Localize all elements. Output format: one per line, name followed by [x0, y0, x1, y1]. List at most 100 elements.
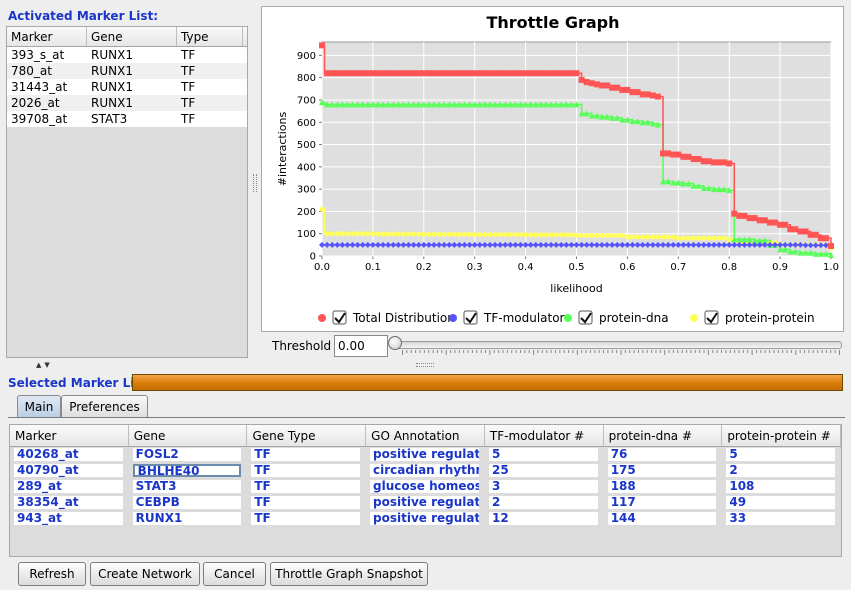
activated-marker-table[interactable]: Marker Gene Type 393_s_at RUNX1 TF 780_at RU…	[6, 26, 248, 358]
selected-cell-protein-protein[interactable]: 5	[726, 448, 836, 461]
selected-cell-wrap: positive regulation	[366, 447, 485, 463]
data-point-protein-protein	[344, 231, 350, 237]
selected-progress-bar	[132, 374, 843, 391]
selected-col-protein-dna[interactable]: protein-dna #	[604, 425, 723, 446]
selected-cell-marker[interactable]: 289_at	[14, 480, 123, 493]
selected-table-header: Marker Gene Gene Type GO Annotation TF-modul…	[10, 425, 842, 447]
activated-table-row[interactable]: 2026_at RUNX1 TF	[7, 95, 247, 111]
activated-col-gene[interactable]: Gene	[87, 27, 177, 46]
activated-cell-gene: RUNX1	[91, 80, 133, 94]
selected-cell-protein-protein[interactable]: 108	[726, 480, 836, 493]
threshold-slider-track[interactable]	[392, 341, 842, 349]
activated-col-marker[interactable]: Marker	[7, 27, 87, 46]
selected-cell-wrap: TF	[247, 479, 366, 495]
cancel-button[interactable]: Cancel	[203, 562, 266, 586]
data-point-protein-protein	[543, 232, 549, 238]
activated-table-row[interactable]: 31443_at RUNX1 TF	[7, 79, 247, 95]
selected-cell-marker[interactable]: 40268_at	[14, 448, 123, 461]
selected-cell-go-annotation[interactable]: positive regulation	[370, 496, 480, 509]
selected-cell-protein-dna[interactable]: 188	[607, 480, 717, 493]
x-tick-label: 0.1	[365, 262, 381, 273]
activated-table-row[interactable]: 780_at RUNX1 TF	[7, 63, 247, 79]
selected-cell-marker[interactable]: 943_at	[14, 512, 123, 525]
selected-cell-protein-dna[interactable]: 175	[607, 464, 717, 477]
selected-cell-tf-modulator[interactable]: 25	[489, 464, 598, 477]
collapse-arrows-icon[interactable]: ▲▼	[36, 361, 53, 369]
legend-marker-protein-protein	[690, 314, 698, 322]
threshold-input[interactable]	[334, 335, 388, 357]
activated-col-type[interactable]: Type	[177, 27, 243, 46]
legend-marker-tf-modulator	[449, 314, 457, 322]
x-tick-label: 0.8	[721, 262, 737, 273]
selected-cell-gene-type[interactable]: TF	[251, 496, 361, 509]
selected-table-row[interactable]: 289_at STAT3 TF glucose homeostas 3 188 108	[10, 479, 841, 495]
data-point-protein-protein	[350, 231, 356, 237]
selected-cell-gene[interactable]: CEBPB	[132, 496, 242, 509]
threshold-slider-knob[interactable]	[388, 336, 402, 350]
activated-table-row[interactable]: 39708_at STAT3 TF	[7, 111, 247, 127]
selected-cell-protein-protein[interactable]: 49	[726, 496, 836, 509]
selected-cell-wrap: 289_at	[10, 479, 129, 495]
data-point-total-distribution	[319, 42, 325, 49]
selected-cell-go-annotation[interactable]: circadian rhythm;	[370, 464, 480, 477]
selected-table-row[interactable]: 943_at RUNX1 TF positive regulation 12 144 33	[10, 511, 841, 527]
y-tick-label: 0	[310, 252, 316, 263]
tab-main[interactable]: Main	[17, 395, 61, 418]
tab-preferences[interactable]: Preferences	[61, 395, 148, 418]
selected-cell-tf-modulator[interactable]: 3	[489, 480, 598, 493]
selected-cell-gene[interactable]: BHLHE40	[132, 464, 242, 477]
selected-col-protein-protein[interactable]: protein-protein #	[722, 425, 842, 446]
create-network-button[interactable]: Create Network	[90, 562, 200, 586]
selected-col-marker[interactable]: Marker	[10, 425, 129, 446]
selected-cell-protein-dna[interactable]: 144	[607, 512, 717, 525]
data-point-protein-protein	[685, 235, 691, 241]
selected-cell-tf-modulator[interactable]: 12	[489, 512, 598, 525]
data-point-protein-protein	[375, 231, 381, 237]
data-point-protein-protein	[558, 232, 564, 238]
selected-marker-table[interactable]: Marker Gene Gene Type GO Annotation TF-modul…	[9, 424, 842, 557]
vertical-splitter[interactable]	[251, 6, 259, 358]
selected-col-gene-type[interactable]: Gene Type	[247, 425, 367, 446]
data-point-protein-protein	[614, 232, 620, 238]
selected-cell-go-annotation[interactable]: glucose homeostas	[370, 480, 480, 493]
selected-cell-go-annotation[interactable]: positive regulation	[370, 512, 480, 525]
selected-cell-gene[interactable]: RUNX1	[132, 512, 242, 525]
selected-cell-go-annotation[interactable]: positive regulation	[370, 448, 480, 461]
refresh-button[interactable]: Refresh	[18, 562, 86, 586]
chart-title: Throttle Graph	[486, 13, 619, 32]
selected-col-go-annotation[interactable]: GO Annotation	[366, 425, 485, 446]
selected-cell-protein-dna[interactable]: 117	[607, 496, 717, 509]
selected-col-tf-modulator[interactable]: TF-modulator #	[485, 425, 604, 446]
selected-cell-gene[interactable]: STAT3	[132, 480, 242, 493]
selected-cell-protein-protein[interactable]: 2	[726, 464, 836, 477]
activated-table-body: 393_s_at RUNX1 TF 780_at RUNX1 TF 31443_at RUNX…	[7, 47, 247, 127]
selected-col-gene[interactable]: Gene	[129, 425, 248, 446]
selected-table-row[interactable]: 40268_at FOSL2 TF positive regulation 5 76 5	[10, 447, 841, 463]
data-point-protein-protein	[548, 232, 554, 238]
selected-cell-gene-type[interactable]: TF	[251, 512, 361, 525]
data-point-protein-protein	[619, 232, 625, 238]
selected-cell-protein-protein[interactable]: 33	[726, 512, 836, 525]
selected-cell-marker[interactable]: 38354_at	[14, 496, 123, 509]
selected-cell-gene-type[interactable]: TF	[251, 480, 361, 493]
selected-cell-gene-type[interactable]: TF	[251, 464, 361, 477]
selected-cell-gene-type[interactable]: TF	[251, 448, 361, 461]
horizontal-splitter[interactable]: ▲▼	[0, 361, 851, 369]
selected-table-row[interactable]: 38354_at CEBPB TF positive regulation 2 117 49	[10, 495, 841, 511]
selected-cell-protein-dna[interactable]: 76	[607, 448, 717, 461]
x-tick-label: 0.0	[314, 262, 330, 273]
selected-cell-gene[interactable]: FOSL2	[132, 448, 242, 461]
selected-cell-tf-modulator[interactable]: 2	[489, 496, 598, 509]
throttle-graph-snapshot-button[interactable]: Throttle Graph Snapshot	[270, 562, 428, 586]
data-point-protein-protein	[380, 231, 386, 237]
selected-cell-wrap: 108	[722, 479, 841, 495]
activated-table-row[interactable]: 393_s_at RUNX1 TF	[7, 47, 247, 63]
selected-cell-wrap: BHLHE40	[129, 463, 248, 479]
activated-cell-gene: RUNX1	[91, 64, 133, 78]
selected-cell-marker[interactable]: 40790_at	[14, 464, 123, 477]
selected-cell-wrap: 25	[485, 463, 604, 479]
data-point-protein-protein	[589, 232, 595, 238]
selected-cell-tf-modulator[interactable]: 5	[489, 448, 598, 461]
selected-table-row[interactable]: 40790_at BHLHE40 TF circadian rhythm; 25 175 2	[10, 463, 841, 479]
selected-cell-wrap: 3	[485, 479, 604, 495]
